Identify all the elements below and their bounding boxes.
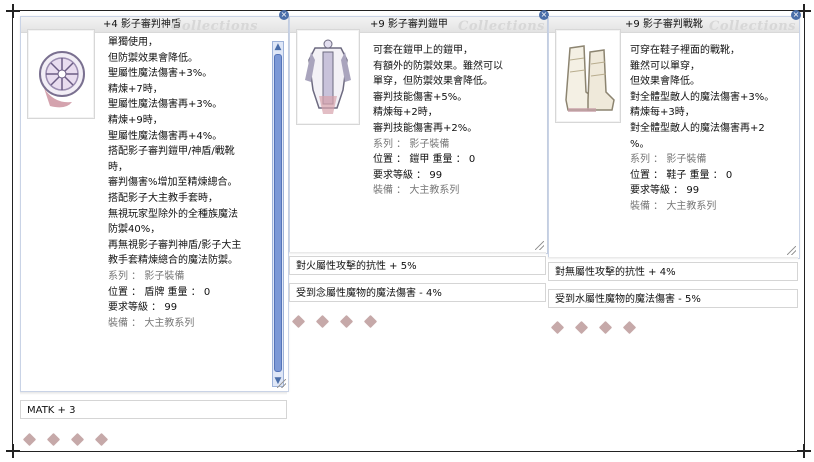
item-description: 單獨使用， 但防禦效果會降低。 聖屬性魔法傷害+3%。 精煉+7時， 聖屬性魔法… — [108, 35, 241, 331]
item-image — [296, 29, 360, 125]
resize-grip-icon[interactable] — [277, 379, 286, 388]
desc-line: 審判技能傷害再+2%。 — [373, 122, 478, 134]
frame-corner-bl — [6, 444, 20, 458]
frame-top-line — [18, 10, 802, 11]
watermark: Collections — [171, 19, 258, 34]
armor-icon — [305, 39, 351, 114]
card-slot-icon[interactable] — [364, 314, 378, 329]
desc-line: 搭配影子大主教手套時， — [108, 192, 218, 204]
card-slot-icon[interactable] — [71, 432, 85, 447]
prop-line: 要求等級 ： 99 — [373, 169, 443, 181]
item-description: 可穿在鞋子裡面的戰靴， 雖然可以單穿， 但效果會降低。 對全體型敵人的魔法傷害+… — [630, 43, 774, 215]
item-stat-row: 對無屬性攻擊的抗性 + 4% — [548, 262, 798, 281]
card-slot-icon[interactable] — [574, 320, 589, 335]
desc-line: 審判傷害%增加至精煉總合。 — [108, 177, 238, 189]
desc-line: 審判技能傷害+5%。 — [373, 91, 468, 103]
prop-line: 系列 ： 影子裝備 — [373, 138, 450, 150]
prop-line: 裝備 ： 大主教系列 — [373, 185, 460, 197]
desc-line: 再無視影子審判神盾/影子大主 — [108, 239, 242, 251]
desc-line: %。 — [630, 138, 650, 150]
prop-line: 要求等級 ： 99 — [108, 302, 178, 314]
desc-line: 對全體型敵人的魔法傷害+3%。 — [630, 91, 775, 103]
divider — [289, 252, 546, 255]
frame-corner-tl — [6, 4, 20, 18]
frame-bottom-line — [18, 451, 802, 452]
scrollbar[interactable]: ▲ ▼ — [272, 41, 284, 387]
boots-icon — [565, 45, 615, 112]
card-slots — [291, 312, 382, 330]
desc-line: 單獨使用， — [108, 37, 158, 48]
desc-line: 聖屬性魔法傷害再+3%。 — [108, 99, 223, 111]
desc-line: 對全體型敵人的魔法傷害再+2 — [630, 122, 765, 134]
item-image — [555, 29, 621, 123]
desc-line: 精煉+7時， — [108, 83, 163, 95]
desc-line: 搭配影子審判鎧甲/神盾/戰靴 — [108, 146, 235, 158]
divider — [548, 257, 798, 260]
card-slot-icon[interactable] — [599, 320, 613, 335]
desc-line: 教手套精煉總合的魔法防禦。 — [108, 255, 238, 267]
resize-grip-icon[interactable] — [535, 241, 544, 250]
item-stat-row: 受到念屬性魔物的魔法傷害 - 4% — [289, 283, 546, 302]
prop-line: 要求等級 ： 99 — [630, 185, 700, 197]
card-slot-icon[interactable] — [340, 314, 354, 329]
desc-line: 防禦40%， — [108, 224, 161, 236]
item-window-armor: +9 影子審判鎧甲 Collections × 可套在鎧甲上的鎧甲， 有額外的防… — [289, 10, 549, 254]
item-image — [27, 29, 95, 119]
desc-line: 無視玩家型除外的全種族魔法 — [108, 208, 238, 220]
desc-line: 精煉+9時， — [108, 114, 163, 126]
divider — [20, 392, 287, 395]
desc-line: 可套在鎧甲上的鎧甲， — [373, 45, 473, 56]
card-slot-icon[interactable] — [623, 320, 637, 335]
watermark: Collections — [709, 19, 796, 34]
prop-line: 位置 ： 鎧甲 重量 ： 0 — [373, 154, 476, 166]
item-window-shield: +4 影子審判神盾 Collections × 單獨使用， 但防禦效果會降低。 … — [20, 10, 289, 392]
close-icon[interactable]: × — [279, 10, 289, 20]
desc-line: 精煉每+3時， — [630, 107, 695, 119]
item-stat-row: 受到水屬性魔物的魔法傷害 - 5% — [548, 289, 798, 308]
resize-grip-icon[interactable] — [787, 246, 796, 255]
prop-line: 位置 ： 盾牌 重量 ： 0 — [108, 286, 211, 298]
desc-line: 時， — [108, 161, 128, 173]
desc-line: 但效果會降低。 — [630, 76, 700, 88]
card-slot-icon[interactable] — [95, 432, 109, 447]
frame-left-line — [12, 14, 13, 448]
card-slots — [22, 430, 113, 448]
desc-line: 聖屬性魔法傷害+3%。 — [108, 68, 213, 80]
frame-right-line — [804, 14, 805, 448]
desc-line: 精煉每+2時， — [373, 107, 438, 119]
desc-line: 雖然可以單穿， — [630, 60, 700, 72]
card-slot-icon[interactable] — [46, 432, 61, 447]
scroll-thumb[interactable] — [274, 54, 282, 372]
card-slot-icon[interactable] — [550, 320, 565, 335]
card-slot-icon[interactable] — [22, 432, 37, 447]
frame-corner-br — [797, 444, 811, 458]
desc-line: 但防禦效果會降低。 — [108, 52, 198, 64]
prop-line: 位置 ： 鞋子 重量 ： 0 — [630, 169, 733, 181]
item-stat-row: 對火屬性攻擊的抗性 + 5% — [289, 256, 546, 275]
close-icon[interactable]: × — [791, 10, 801, 20]
prop-line: 裝備 ： 大主教系列 — [108, 317, 195, 329]
prop-line: 裝備 ： 大主教系列 — [630, 200, 717, 212]
item-description: 可套在鎧甲上的鎧甲， 有額外的防禦效果。雖然可以 單穿，但防禦效果會降低。 審判… — [373, 43, 503, 199]
card-slot-icon[interactable] — [315, 314, 330, 329]
item-window-boots: +9 影子審判戰靴 Collections × 可穿在鞋子裡面的戰靴， 雖然可以… — [548, 10, 801, 259]
desc-line: 單穿，但防禦效果會降低。 — [373, 76, 493, 88]
prop-line: 系列 ： 影子裝備 — [630, 154, 707, 166]
desc-line: 有額外的防禦效果。雖然可以 — [373, 60, 503, 72]
card-slots — [550, 318, 641, 336]
desc-line: 聖屬性魔法傷害再+4%。 — [108, 130, 223, 142]
shield-icon — [39, 51, 85, 108]
prop-line: 系列 ： 影子裝備 — [108, 270, 185, 282]
card-slot-icon[interactable] — [291, 314, 306, 329]
item-stat-row: MATK + 3 — [20, 400, 287, 419]
scroll-up-icon[interactable]: ▲ — [273, 42, 283, 52]
watermark: Collections — [458, 19, 545, 34]
desc-line: 可穿在鞋子裡面的戰靴， — [630, 45, 740, 56]
